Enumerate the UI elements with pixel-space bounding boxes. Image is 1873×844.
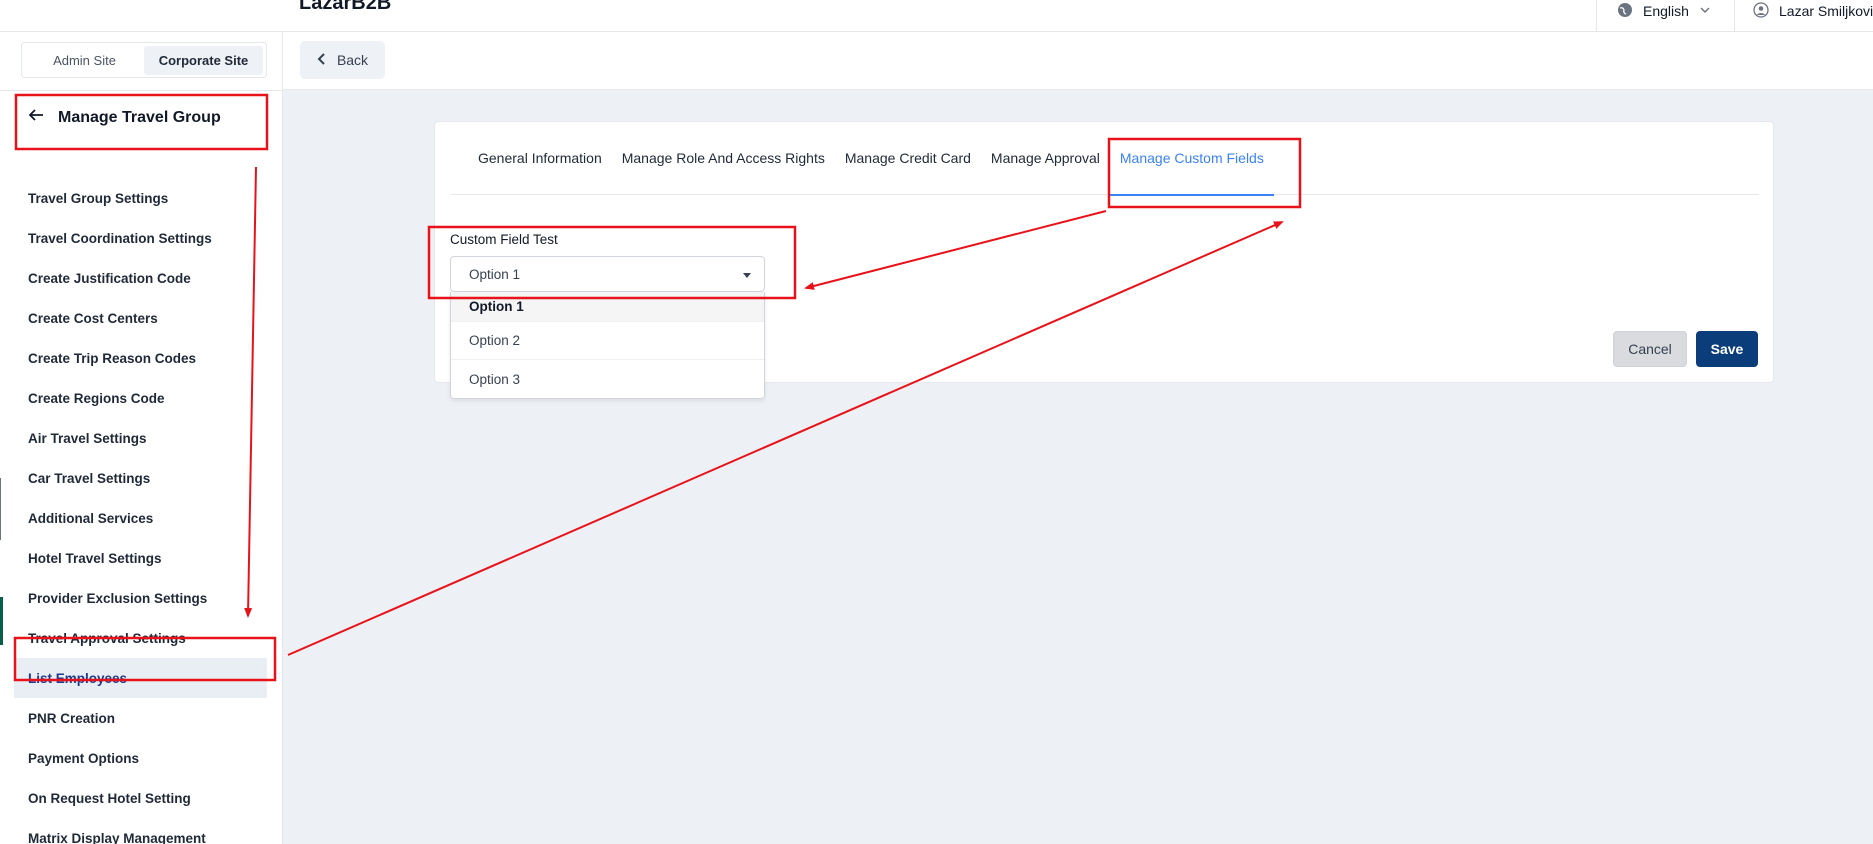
user-icon: [1753, 1, 1769, 21]
caret-down-icon: [742, 267, 752, 282]
site-toggle: Admin Site Corporate Site: [21, 42, 267, 78]
edge-marker: [0, 478, 1, 540]
chevron-down-icon: [1699, 3, 1711, 19]
sub-toolbar: Back: [283, 32, 1873, 90]
sidebar-item-additional-services[interactable]: Additional Services: [14, 498, 267, 538]
sidebar: Admin Site Corporate Site Manage Travel …: [0, 32, 283, 844]
app-title: LazarB2B: [299, 0, 392, 14]
corporate-site-option[interactable]: Corporate Site: [144, 45, 263, 75]
custom-field-select[interactable]: Option 1: [450, 256, 765, 292]
divider: [0, 90, 283, 91]
tab-general-information[interactable]: General Information: [468, 122, 612, 195]
dropdown-option-2[interactable]: Option 2: [451, 322, 764, 360]
sidebar-item-travel-approval-settings[interactable]: Travel Approval Settings: [14, 618, 267, 658]
tab-manage-custom-fields[interactable]: Manage Custom Fields: [1109, 122, 1274, 196]
globe-icon: [1617, 2, 1633, 21]
custom-field-label: Custom Field Test: [450, 232, 558, 247]
sidebar-item-create-cost-centers[interactable]: Create Cost Centers: [14, 298, 267, 338]
sidebar-item-car-travel-settings[interactable]: Car Travel Settings: [14, 458, 267, 498]
tab-manage-role-and-access-rights[interactable]: Manage Role And Access Rights: [612, 122, 835, 195]
sidebar-item-payment-options[interactable]: Payment Options: [14, 738, 267, 778]
sidebar-item-create-regions-code[interactable]: Create Regions Code: [14, 378, 267, 418]
sidebar-item-provider-exclusion-settings[interactable]: Provider Exclusion Settings: [14, 578, 267, 618]
sidebar-item-matrix-display-management[interactable]: Matrix Display Management: [14, 818, 267, 844]
arrow-left-icon: [28, 108, 44, 127]
dropdown-option-3[interactable]: Option 3: [451, 360, 764, 398]
sidebar-item-pnr-creation[interactable]: PNR Creation: [14, 698, 267, 738]
sidebar-item-on-request-hotel-setting[interactable]: On Request Hotel Setting: [14, 778, 267, 818]
custom-field-dropdown: Option 1 Option 2 Option 3: [450, 292, 765, 399]
tab-bar: General Information Manage Role And Acce…: [451, 122, 1759, 196]
chevron-left-icon: [317, 52, 327, 68]
user-menu[interactable]: Lazar Smiljkovic: [1734, 0, 1873, 32]
active-indicator: [0, 597, 3, 645]
sidebar-item-travel-coordination-settings[interactable]: Travel Coordination Settings: [14, 218, 267, 258]
back-label: Back: [336, 52, 369, 68]
dropdown-option-1[interactable]: Option 1: [451, 292, 764, 322]
user-name: Lazar Smiljkovic: [1779, 3, 1873, 19]
top-bar: LazarB2B English Lazar Smiljkovic: [0, 0, 1873, 32]
cancel-button[interactable]: Cancel: [1613, 331, 1687, 367]
sidebar-item-travel-group-settings[interactable]: Travel Group Settings: [14, 178, 267, 218]
sidebar-item-create-trip-reason-codes[interactable]: Create Trip Reason Codes: [14, 338, 267, 378]
sidebar-item-hotel-travel-settings[interactable]: Hotel Travel Settings: [14, 538, 267, 578]
section-back-link[interactable]: Manage Travel Group: [28, 108, 221, 127]
custom-fields-card: General Information Manage Role And Acce…: [434, 121, 1774, 399]
sidebar-item-list-employees[interactable]: List Employees: [14, 658, 267, 698]
back-button[interactable]: Back: [300, 41, 385, 79]
save-button[interactable]: Save: [1696, 331, 1758, 367]
tab-manage-approval[interactable]: Manage Approval: [981, 122, 1110, 195]
admin-site-option[interactable]: Admin Site: [25, 46, 144, 75]
sidebar-item-air-travel-settings[interactable]: Air Travel Settings: [14, 418, 267, 458]
select-value: Option 1: [469, 266, 521, 282]
tab-manage-credit-card[interactable]: Manage Credit Card: [835, 122, 981, 195]
language-selector[interactable]: English: [1596, 0, 1734, 32]
language-label: English: [1643, 3, 1689, 19]
sidebar-item-create-justification-code[interactable]: Create Justification Code: [14, 258, 267, 298]
section-title: Manage Travel Group: [58, 108, 221, 126]
